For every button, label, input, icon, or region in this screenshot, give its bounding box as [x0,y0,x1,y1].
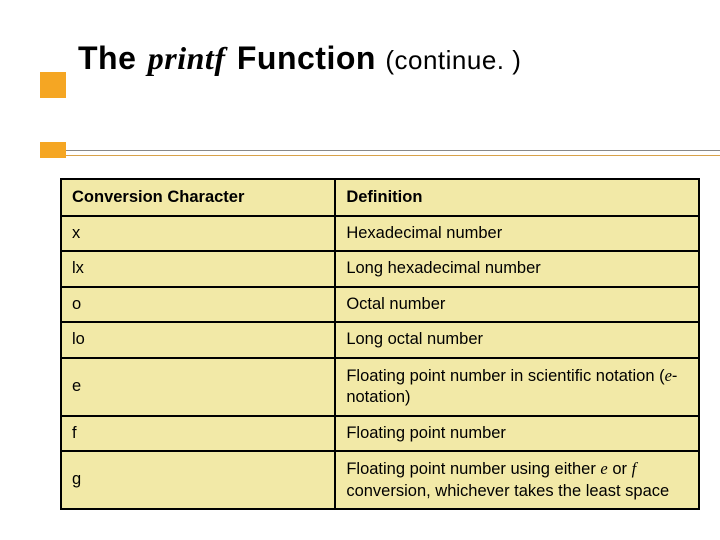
cell-definition: Floating point number in scientific nota… [335,358,699,416]
conversion-table: Conversion Character Definition xHexadec… [60,178,700,510]
slide-title-wrap: The printf Function (continue. ) [78,40,690,77]
table-row: gFloating point number using either e or… [61,451,699,509]
accent-square [40,72,66,98]
underline-top [40,150,720,151]
cell-conversion-character: x [61,216,335,251]
cell-conversion-character: o [61,287,335,322]
conversion-table-wrap: Conversion Character Definition xHexadec… [60,178,700,510]
table-row: oOctal number [61,287,699,322]
table-row: fFloating point number [61,416,699,451]
cell-conversion-character: e [61,358,335,416]
table-row: lxLong hexadecimal number [61,251,699,286]
cell-conversion-character: g [61,451,335,509]
table-body: xHexadecimal numberlxLong hexadecimal nu… [61,216,699,509]
slide-title: The printf Function (continue. ) [78,40,521,76]
cell-definition: Floating point number [335,416,699,451]
table-row: eFloating point number in scientific not… [61,358,699,416]
cell-conversion-character: lx [61,251,335,286]
cell-definition: Long octal number [335,322,699,357]
title-printf: printf [146,40,228,76]
cell-conversion-character: f [61,416,335,451]
table-header-row: Conversion Character Definition [61,179,699,216]
table-row: xHexadecimal number [61,216,699,251]
cell-conversion-character: lo [61,322,335,357]
accent-overlay [40,142,66,158]
title-function: Function [237,40,376,76]
title-underline [40,150,720,160]
cell-definition: Floating point number using either e or … [335,451,699,509]
table-row: loLong octal number [61,322,699,357]
cell-definition: Long hexadecimal number [335,251,699,286]
cell-definition: Octal number [335,287,699,322]
title-the: The [78,40,136,76]
title-continue: (continue. ) [385,45,521,75]
header-definition: Definition [335,179,699,216]
cell-definition: Hexadecimal number [335,216,699,251]
slide: The printf Function (continue. ) Convers… [0,0,720,540]
underline-bottom [40,155,720,156]
header-conversion-character: Conversion Character [61,179,335,216]
